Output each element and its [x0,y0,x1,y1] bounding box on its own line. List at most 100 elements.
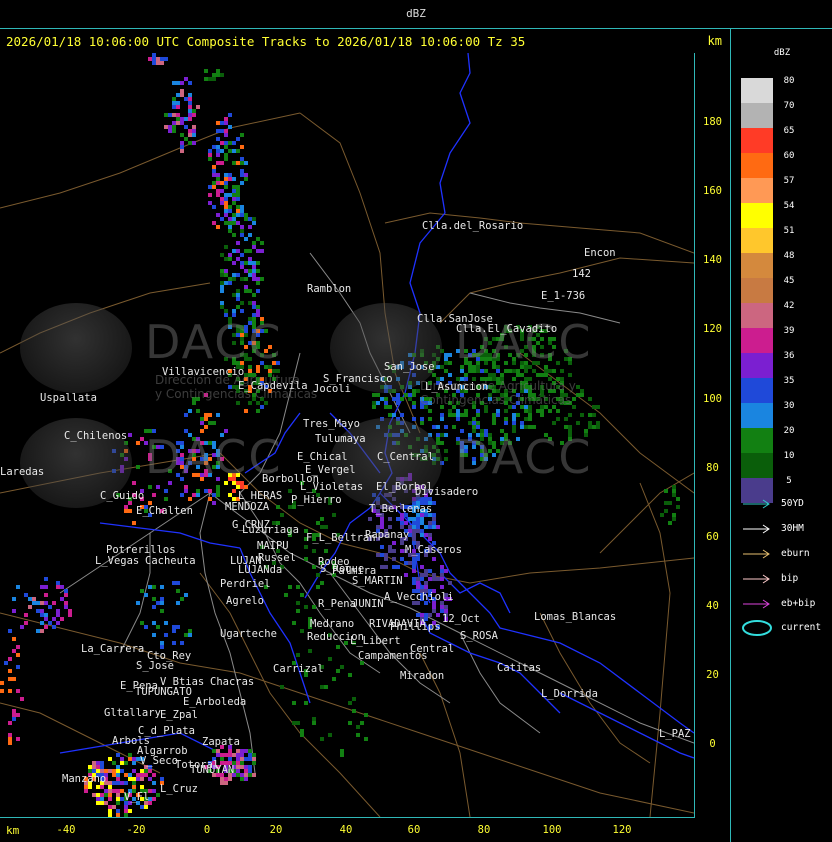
radar-pixel [256,309,260,313]
city-label: Jocoli [313,383,351,395]
city-label: L_Libert [350,635,401,647]
radar-pixel [248,249,252,253]
radar-pixel [468,369,472,373]
radar-pixel [236,213,240,217]
radar-pixel [296,585,300,589]
radar-pixel [124,509,128,513]
radar-pixel [228,277,232,281]
city-label: P_Hierro [291,494,342,506]
radar-pixel [412,537,416,541]
radar-pixel [180,89,184,93]
radar-pixel [176,121,180,125]
radar-pixel [408,517,412,521]
radar-pixel [68,613,72,617]
radar-pixel [120,769,124,773]
radar-pixel [540,413,544,417]
radar-pixel [384,565,388,569]
radar-pixel [384,557,388,561]
radar-pixel [28,597,32,601]
radar-pixel [192,141,196,145]
radar-pixel [244,213,248,217]
radar-pixel [188,633,192,637]
legend-value: 10 [783,451,795,461]
radar-pixel [440,417,444,421]
radar-pixel [100,793,104,797]
radar-pixel [112,805,116,809]
radar-pixel [472,421,476,425]
radar-pixel [180,81,184,85]
radar-pixel [220,301,224,305]
radar-pixel [128,753,132,757]
radar-pixel [388,413,392,417]
radar-pixel [224,245,228,249]
radar-pixel [44,617,48,621]
radar-pixel [440,577,444,581]
radar-pixel [224,753,228,757]
radar-pixel [216,485,220,489]
radar-pixel [52,625,56,629]
x-tick-label: -20 [126,824,146,836]
radar-map[interactable]: DACC Dirección de Agricultura y Contingen… [0,53,695,818]
city-label: V_Seco [140,755,178,767]
radar-pixel [400,541,404,545]
radar-pixel [8,741,12,745]
legend-value: 30 [783,401,795,411]
radar-pixel [232,161,236,165]
radar-pixel [432,501,436,505]
radar-pixel [568,413,572,417]
radar-pixel [224,273,228,277]
radar-pixel [240,173,244,177]
radar-pixel [520,373,524,377]
radar-pixel [564,425,568,429]
radar-pixel [428,533,432,537]
legend-value: 54 [783,201,795,211]
radar-pixel [232,189,236,193]
radar-pixel [252,305,256,309]
radar-pixel [12,709,16,713]
city-label: C_Guido [100,490,145,502]
radar-pixel [36,629,40,633]
radar-pixel [208,157,212,161]
city-label: Medrano [310,618,355,630]
radar-pixel [356,725,360,729]
radar-pixel [348,721,352,725]
legend-value: 80 [783,76,795,86]
x-tick-label: 20 [269,824,283,836]
radar-pixel [172,113,176,117]
radar-pixel [432,609,436,613]
radar-pixel [216,225,220,229]
radar-pixel [444,361,448,365]
radar-pixel [232,233,236,237]
radar-pixel [64,601,68,605]
radar-pixel [224,269,228,273]
radar-pixel [124,781,128,785]
radar-pixel [456,417,460,421]
radar-pixel [88,785,92,789]
radar-pixel [356,733,360,737]
radar-pixel [156,601,160,605]
radar-pixel [384,405,388,409]
radar-pixel [440,565,444,569]
radar-pixel [172,129,176,133]
radar-pixel [12,609,16,613]
radar-pixel [236,185,240,189]
city-label: Laredas [0,466,45,478]
radar-pixel [208,201,212,205]
radar-pixel [48,621,52,625]
radar-pixel [120,757,124,761]
radar-pixel [212,221,216,225]
radar-pixel [312,549,316,553]
radar-pixel [440,413,444,417]
radar-pixel [420,565,424,569]
city-label: S_MARTIN [352,575,403,587]
radar-pixel [412,565,416,569]
radar-pixel [340,753,344,757]
radar-pixel [8,689,12,693]
radar-pixel [152,621,156,625]
radar-pixel [340,665,344,669]
radar-pixel [104,789,108,793]
radar-pixel [40,621,44,625]
radar-pixel [136,777,140,781]
legend-swatch [741,153,773,178]
radar-pixel [108,789,112,793]
